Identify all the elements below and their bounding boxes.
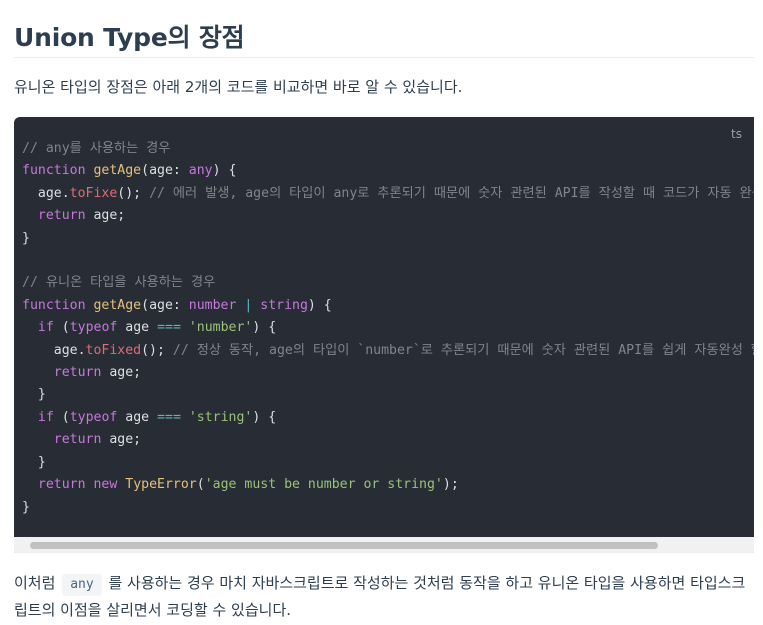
code-type: string bbox=[260, 297, 308, 313]
code-text: (age: bbox=[141, 163, 189, 179]
code-text: } bbox=[22, 499, 30, 515]
code-comment: // 유니온 타입을 사용하는 경우 bbox=[22, 275, 216, 291]
outro-text-before: 이처럼 bbox=[14, 574, 56, 592]
code-text: age bbox=[125, 409, 150, 425]
code-comment: // 에러 발생, age의 타입이 any로 추론되기 때문에 숫자 관련된 … bbox=[149, 185, 754, 201]
code-method: toFixed bbox=[85, 342, 142, 358]
code-text: age. bbox=[53, 342, 86, 358]
section-heading: Union Type의 장점 bbox=[14, 23, 245, 52]
code-text: (age: bbox=[141, 297, 189, 313]
code-type: number bbox=[188, 297, 237, 313]
code-comment: // any를 사용하는 경우 bbox=[22, 141, 171, 156]
code-text: age; bbox=[109, 365, 142, 381]
code-text: age; bbox=[109, 432, 142, 448]
code-type: any bbox=[188, 163, 213, 179]
intro-paragraph: 유니온 타입의 장점은 아래 2개의 코드를 비교하면 바로 알 수 있습니다. bbox=[14, 78, 463, 96]
code-string: 'string' bbox=[188, 409, 253, 425]
code-text: ( bbox=[61, 409, 70, 425]
code-operator: | bbox=[244, 297, 253, 313]
code-keyword: return bbox=[53, 432, 102, 448]
code-text: (); bbox=[117, 185, 142, 201]
code-string: 'number' bbox=[188, 320, 253, 336]
code-keyword: new bbox=[93, 477, 118, 493]
code-text: } bbox=[37, 454, 46, 470]
code-text: age bbox=[125, 320, 150, 336]
code-comment: // 정상 동작, age의 타입이 `number`로 추론되기 때문에 숫자… bbox=[172, 342, 754, 358]
code-string: 'age must be number or string' bbox=[204, 477, 443, 493]
code-keyword: return bbox=[37, 477, 86, 493]
code-operator: === bbox=[157, 409, 181, 425]
code-text: ); bbox=[442, 477, 459, 493]
code-keyword: if bbox=[37, 409, 54, 425]
code-keyword: function bbox=[22, 163, 86, 179]
code-text: ( bbox=[61, 320, 70, 336]
code-text: ( bbox=[196, 477, 205, 493]
heading-divider bbox=[14, 57, 754, 58]
code-text: ) { bbox=[252, 409, 277, 425]
code-text: age. bbox=[37, 185, 70, 201]
code-keyword: typeof bbox=[69, 409, 118, 425]
code-keyword: return bbox=[37, 208, 86, 224]
code-keyword: function bbox=[22, 297, 86, 313]
code-text: (); bbox=[141, 342, 165, 358]
code-keyword: typeof bbox=[69, 320, 118, 336]
code-bottom-divider bbox=[14, 552, 754, 553]
code-function-name: getAge bbox=[93, 297, 142, 313]
code-operator: === bbox=[157, 320, 181, 336]
code-scrollbar-thumb[interactable] bbox=[30, 542, 658, 549]
code-function-name: getAge bbox=[93, 163, 142, 179]
code-class-name: TypeError bbox=[125, 477, 197, 493]
code-method: toFixe bbox=[69, 185, 118, 201]
code-text: ) { bbox=[252, 320, 277, 336]
code-keyword: return bbox=[53, 365, 102, 381]
outro-paragraph: 이처럼 any 를 사용하는 경우 마치 자바스크립트로 작성하는 것처럼 동작… bbox=[14, 570, 754, 624]
outro-text-after: 를 사용하는 경우 마치 자바스크립트로 작성하는 것처럼 동작을 하고 유니온… bbox=[14, 574, 746, 619]
code-content[interactable]: // any를 사용하는 경우 function getAge(age: any… bbox=[22, 138, 754, 519]
code-keyword: if bbox=[37, 320, 54, 336]
code-text: } bbox=[37, 387, 46, 403]
code-text: ) { bbox=[212, 163, 237, 179]
inline-code-any: any bbox=[62, 574, 102, 596]
code-block: ts // any를 사용하는 경우 function getAge(age: … bbox=[14, 117, 754, 537]
code-text: } bbox=[22, 230, 30, 246]
code-text: ) { bbox=[307, 297, 332, 313]
code-text: age; bbox=[93, 208, 126, 224]
